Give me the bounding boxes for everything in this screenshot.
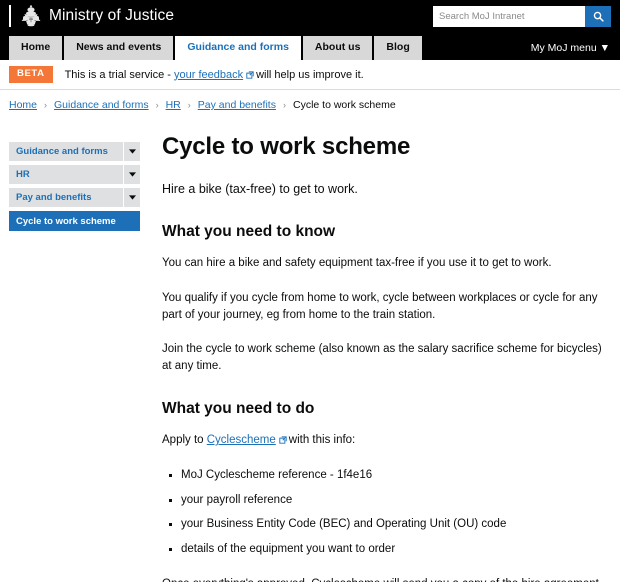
masthead: Ministry of Justice — [0, 0, 620, 32]
sidebar-item-label: HR — [16, 169, 30, 180]
apply-text-after: with this info: — [288, 434, 356, 447]
search-bar[interactable] — [433, 5, 611, 27]
chevron-down-icon[interactable] — [123, 188, 140, 207]
breadcrumb-separator: › — [44, 100, 48, 110]
apply-text-before: Apply to — [162, 434, 207, 447]
sidebar-item-guidance-and-forms[interactable]: Guidance and forms — [9, 142, 140, 161]
chevron-down-icon[interactable] — [123, 165, 140, 184]
search-button[interactable] — [585, 5, 611, 27]
feedback-link[interactable]: your feedback — [174, 69, 243, 81]
sidebar-navigation: Guidance and forms HR Pay and benefits C… — [0, 130, 140, 582]
nav-tab-list: Home News and events Guidance and forms … — [9, 36, 424, 60]
apply-instruction: Apply to Cyclescheme with this info: — [162, 432, 608, 449]
section-heading-what-you-need-to-do: What you need to do — [162, 399, 315, 417]
sidebar-item-label: Pay and benefits — [16, 192, 92, 203]
royal-crest-icon — [21, 5, 41, 27]
external-link-icon — [246, 70, 254, 79]
nav-tab-guidance-and-forms[interactable]: Guidance and forms — [175, 36, 301, 60]
breadcrumb-separator: › — [187, 100, 191, 110]
list-item: your payroll reference — [169, 492, 608, 509]
brand-name: Ministry of Justice — [49, 7, 175, 24]
beta-badge: BETA — [9, 66, 53, 83]
section-heading-what-you-need-to-know: What you need to know — [162, 222, 336, 240]
page-title: Cycle to work scheme — [162, 133, 411, 160]
paragraph: You can hire a bike and safety equipment… — [162, 257, 552, 270]
search-icon — [593, 11, 604, 22]
page-lede: Hire a bike (tax-free) to get to work. — [162, 181, 358, 196]
beta-banner: BETA This is a trial service - your feed… — [0, 60, 620, 90]
cyclescheme-link[interactable]: Cyclescheme — [207, 434, 276, 446]
search-input[interactable] — [433, 5, 585, 27]
nav-tab-blog[interactable]: Blog — [374, 36, 422, 60]
required-info-list: MoJ Cyclescheme reference - 1f4e16 your … — [162, 467, 608, 558]
breadcrumb-item-current: Cycle to work scheme — [292, 99, 396, 111]
sidebar-item-cycle-to-work-scheme[interactable]: Cycle to work scheme — [9, 211, 140, 231]
paragraph: You qualify if you cycle from home to wo… — [162, 291, 598, 321]
breadcrumb-item-home[interactable]: Home — [9, 99, 37, 111]
sidebar-item-pay-and-benefits[interactable]: Pay and benefits — [9, 188, 140, 207]
breadcrumb-separator: › — [282, 100, 286, 110]
list-item: your Business Entity Code (BEC) and Oper… — [169, 516, 608, 533]
sidebar-item-label: Guidance and forms — [16, 146, 108, 157]
beta-text-after: will help us improve it. — [256, 68, 364, 81]
brand-logo[interactable]: Ministry of Justice — [9, 5, 174, 27]
my-moj-menu-button[interactable]: My MoJ menu ▼ — [531, 42, 620, 60]
beta-text-before: This is a trial service - — [64, 68, 174, 81]
nav-tab-home[interactable]: Home — [9, 36, 63, 60]
breadcrumb-item-guidance-and-forms[interactable]: Guidance and forms — [54, 99, 149, 111]
breadcrumb-separator: › — [155, 100, 159, 110]
nav-tab-news-and-events[interactable]: News and events — [64, 36, 174, 60]
beta-message: This is a trial service - your feedback … — [65, 69, 364, 81]
chevron-down-icon[interactable] — [123, 142, 140, 161]
nav-tab-about-us[interactable]: About us — [302, 36, 373, 60]
external-link-icon — [279, 436, 287, 444]
primary-navigation: Home News and events Guidance and forms … — [0, 32, 620, 60]
breadcrumb-item-pay-and-benefits[interactable]: Pay and benefits — [198, 99, 276, 111]
list-item: details of the equipment you want to ord… — [169, 541, 608, 558]
paragraph: Join the cycle to work scheme (also know… — [162, 343, 602, 372]
page-body: Guidance and forms HR Pay and benefits C… — [0, 120, 620, 582]
breadcrumb: Home › Guidance and forms › HR › Pay and… — [0, 90, 620, 120]
main-content: Cycle to work scheme Hire a bike (tax-fr… — [140, 130, 620, 582]
list-item: MoJ Cyclescheme reference - 1f4e16 — [169, 467, 608, 484]
breadcrumb-item-hr[interactable]: HR — [166, 99, 181, 111]
sidebar-item-hr[interactable]: HR — [9, 165, 140, 184]
sidebar-item-label: Cycle to work scheme — [16, 215, 116, 227]
paragraph: Once everything's approved, Cyclescheme … — [162, 576, 608, 582]
